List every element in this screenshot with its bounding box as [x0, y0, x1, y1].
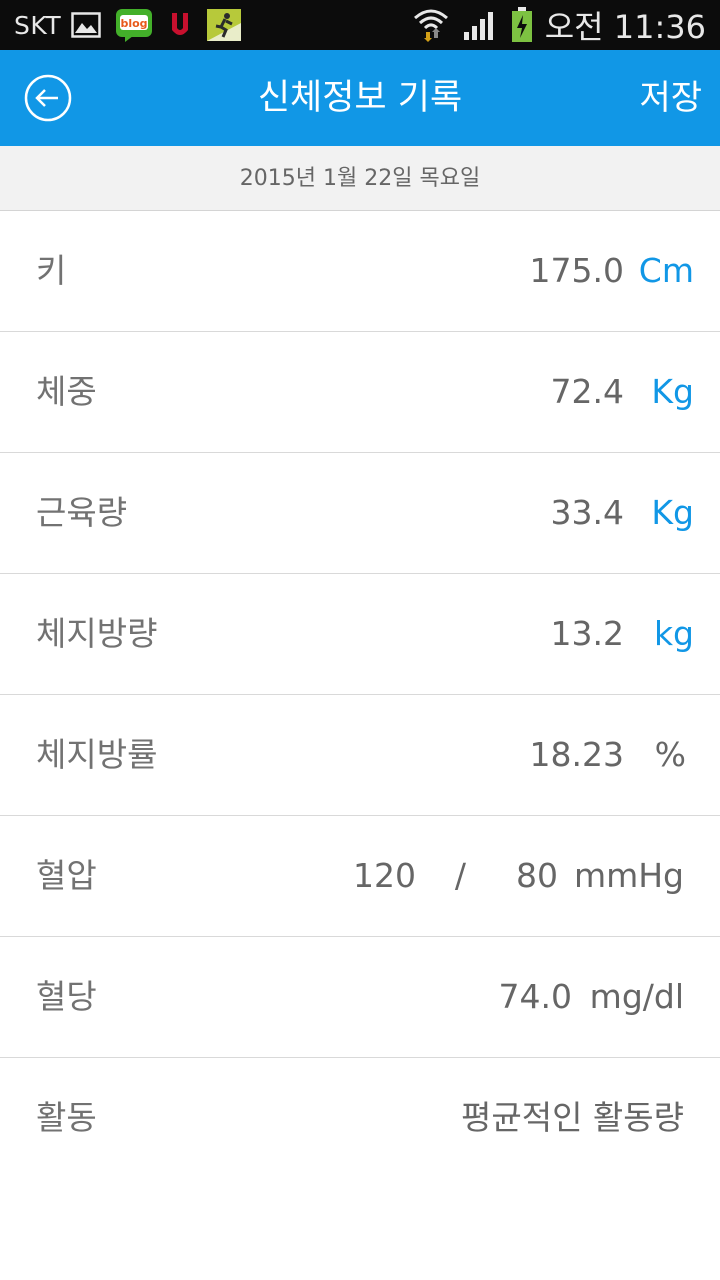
diastolic-value[interactable]: 80: [516, 816, 558, 936]
status-bar-left: SKT blog: [14, 0, 255, 50]
height-unit: Cm: [638, 251, 694, 290]
body-fat-rate-value[interactable]: 18.23: [530, 695, 624, 815]
status-bar-right: 오전 11:36: [413, 0, 706, 50]
blood-sugar-value[interactable]: 74.0: [499, 937, 572, 1057]
weight-label: 체중: [36, 372, 97, 411]
save-button[interactable]: 저장: [639, 50, 702, 146]
activity-level-select[interactable]: 평균적인 활동량: [461, 1058, 684, 1178]
weight-value[interactable]: 72.4: [551, 332, 624, 452]
body-fat-mass-unit: kg: [653, 614, 694, 653]
row-blood-sugar[interactable]: 혈당 74.0 mg/dl: [0, 937, 720, 1058]
muscle-mass-label: 근육량: [36, 493, 128, 532]
date-header: 2015년 1월 22일 목요일: [0, 146, 720, 211]
weight-unit: Kg: [651, 372, 694, 411]
blood-sugar-label: 혈당: [36, 977, 97, 1016]
app-bar: 신체정보 기록 저장: [0, 50, 720, 146]
row-weight[interactable]: 체중 72.4 Kg: [0, 332, 720, 453]
muscle-mass-value[interactable]: 33.4: [551, 453, 624, 573]
row-activity[interactable]: 활동 평균적인 활동량: [0, 1058, 720, 1178]
body-fat-rate-unit: %: [654, 735, 686, 774]
svg-text:blog: blog: [121, 17, 148, 30]
blood-sugar-unit: mg/dl: [589, 977, 684, 1016]
body-info-list: 키 175.0 Cm 체중 72.4 Kg 근육량 33.4 Kg 체지방량 1…: [0, 211, 720, 1178]
signal-icon: [463, 10, 497, 40]
row-body-fat-mass[interactable]: 체지방량 13.2 kg: [0, 574, 720, 695]
body-fat-rate-label: 체지방률: [36, 735, 158, 774]
height-value[interactable]: 175.0: [530, 211, 624, 331]
body-fat-mass-value[interactable]: 13.2: [551, 574, 624, 694]
row-blood-pressure[interactable]: 혈압 120 / 80 mmHg: [0, 816, 720, 937]
blood-pressure-unit: mmHg: [573, 856, 684, 895]
systolic-value[interactable]: 120: [353, 816, 416, 936]
body-fat-mass-label: 체지방량: [36, 614, 158, 653]
page-title: 신체정보 기록: [257, 78, 463, 118]
u-app-icon: [167, 10, 193, 40]
runner-app-icon: [207, 9, 242, 41]
wifi-icon: [413, 8, 449, 42]
gallery-icon: [71, 12, 101, 38]
row-body-fat-rate[interactable]: 체지방률 18.23 %: [0, 695, 720, 816]
row-muscle-mass[interactable]: 근육량 33.4 Kg: [0, 453, 720, 574]
carrier-label: SKT: [14, 10, 62, 40]
status-bar: SKT blog 오전 11:36: [0, 0, 720, 50]
clock: 오전 11:36: [544, 8, 706, 46]
muscle-mass-unit: Kg: [651, 493, 694, 532]
blood-pressure-separator: /: [454, 856, 466, 895]
height-label: 키: [36, 251, 67, 290]
battery-charging-icon: [511, 7, 533, 43]
activity-label: 활동: [36, 1098, 97, 1137]
row-height[interactable]: 키 175.0 Cm: [0, 211, 720, 332]
blood-pressure-label: 혈압: [36, 856, 97, 895]
blog-icon: blog: [115, 8, 153, 42]
